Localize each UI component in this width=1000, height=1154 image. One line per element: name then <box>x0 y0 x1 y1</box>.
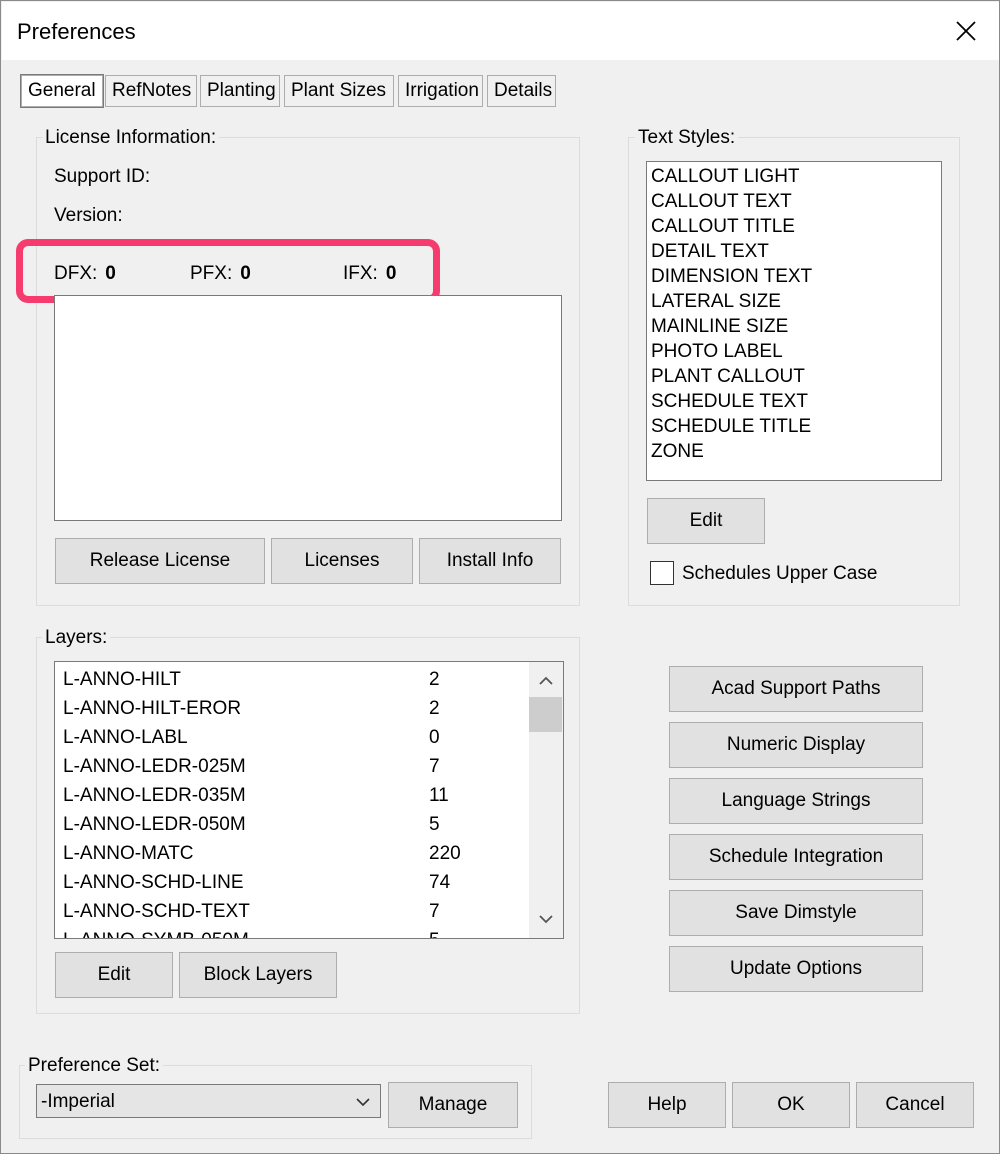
chevron-down-icon <box>539 915 553 924</box>
list-item[interactable]: MAINLINE SIZE <box>647 314 941 339</box>
layer-count: 220 <box>429 843 461 864</box>
layer-count: 0 <box>429 727 440 748</box>
tab-refnotes[interactable]: RefNotes <box>105 75 197 107</box>
tab-planting[interactable]: Planting <box>200 75 280 107</box>
list-item[interactable]: ZONE <box>647 439 941 464</box>
save-dimstyle-button[interactable]: Save Dimstyle <box>669 890 923 936</box>
tab-general[interactable]: General <box>21 75 103 107</box>
license-info-box[interactable] <box>54 295 562 521</box>
chevron-up-icon <box>539 676 553 685</box>
table-row[interactable]: L-ANNO-SCHD-TEXT 7 <box>55 896 527 925</box>
language-strings-button[interactable]: Language Strings <box>669 778 923 824</box>
numeric-display-button[interactable]: Numeric Display <box>669 722 923 768</box>
layers-label: Layers: <box>42 627 111 649</box>
layer-name: L-ANNO-HILT-EROR <box>63 698 242 719</box>
preferences-window: Preferences General RefNotes Planting Pl… <box>0 0 1000 1154</box>
layer-count: 11 <box>429 785 449 806</box>
chevron-down-icon <box>356 1098 370 1107</box>
manage-button[interactable]: Manage <box>388 1082 518 1128</box>
title-bar: Preferences <box>2 2 999 60</box>
table-row[interactable]: L-ANNO-HILT 2 <box>55 664 527 693</box>
layer-name: L-ANNO-LEDR-050M <box>63 814 246 835</box>
scroll-down-button[interactable] <box>529 904 563 934</box>
layers-scrollbar[interactable] <box>529 662 563 938</box>
text-styles-label: Text Styles: <box>635 127 739 149</box>
list-item[interactable]: LATERAL SIZE <box>647 289 941 314</box>
schedules-upper-case-checkbox[interactable] <box>650 561 674 585</box>
layer-name: L-ANNO-MATC <box>63 843 194 864</box>
layer-name: L-ANNO-LEDR-035M <box>63 785 246 806</box>
tab-irrigation[interactable]: Irrigation <box>398 75 483 107</box>
table-row[interactable]: L-ANNO-LEDR-050M 5 <box>55 809 527 838</box>
list-item[interactable]: SCHEDULE TEXT <box>647 389 941 414</box>
close-button[interactable] <box>943 10 989 52</box>
scroll-up-button[interactable] <box>529 666 563 696</box>
window-title: Preferences <box>17 19 136 44</box>
layer-name: L-ANNO-LEDR-025M <box>63 756 246 777</box>
layer-name: L-ANNO-SCHD-TEXT <box>63 901 250 922</box>
license-group-label: License Information: <box>42 127 220 149</box>
list-item[interactable]: DETAIL TEXT <box>647 239 941 264</box>
version-label: Version: <box>54 205 123 226</box>
scroll-thumb[interactable] <box>529 697 562 732</box>
list-item[interactable]: SCHEDULE TITLE <box>647 414 941 439</box>
layer-count: 2 <box>429 669 440 690</box>
ok-button[interactable]: OK <box>732 1082 850 1128</box>
cancel-button[interactable]: Cancel <box>856 1082 974 1128</box>
layers-list[interactable]: L-ANNO-HILT 2 L-ANNO-HILT-EROR 2 L-ANNO-… <box>54 661 564 939</box>
layer-count: 2 <box>429 698 440 719</box>
layer-count: 5 <box>429 930 440 938</box>
table-row[interactable]: L-ANNO-SYMB-050M 5 <box>55 925 527 938</box>
list-item[interactable]: DIMENSION TEXT <box>647 264 941 289</box>
block-layers-button[interactable]: Block Layers <box>179 952 337 998</box>
layer-name: L-ANNO-LABL <box>63 727 188 748</box>
list-item[interactable]: CALLOUT TITLE <box>647 214 941 239</box>
table-row[interactable]: L-ANNO-MATC 220 <box>55 838 527 867</box>
acad-support-paths-button[interactable]: Acad Support Paths <box>669 666 923 712</box>
layer-name: L-ANNO-SCHD-LINE <box>63 872 244 893</box>
table-row[interactable]: L-ANNO-LABL 0 <box>55 722 527 751</box>
licenses-button[interactable]: Licenses <box>271 538 413 584</box>
help-button[interactable]: Help <box>608 1082 726 1128</box>
text-style-edit-button[interactable]: Edit <box>647 498 765 544</box>
support-id-label: Support ID: <box>54 166 151 187</box>
layer-count: 74 <box>429 872 451 893</box>
list-item[interactable]: PLANT CALLOUT <box>647 364 941 389</box>
preference-set-label: Preference Set: <box>25 1055 164 1077</box>
preference-set-select[interactable]: -Imperial <box>36 1084 381 1118</box>
update-options-button[interactable]: Update Options <box>669 946 923 992</box>
layer-name: L-ANNO-HILT <box>63 669 181 690</box>
schedule-integration-button[interactable]: Schedule Integration <box>669 834 923 880</box>
install-info-button[interactable]: Install Info <box>419 538 561 584</box>
tab-plant-sizes[interactable]: Plant Sizes <box>284 75 394 107</box>
layer-count: 7 <box>429 756 440 777</box>
highlight-box <box>16 239 440 303</box>
layer-edit-button[interactable]: Edit <box>55 952 173 998</box>
table-row[interactable]: L-ANNO-LEDR-025M 7 <box>55 751 527 780</box>
layer-count: 7 <box>429 901 440 922</box>
schedules-upper-case-label: Schedules Upper Case <box>682 563 878 584</box>
table-row[interactable]: L-ANNO-HILT-EROR 2 <box>55 693 527 722</box>
release-license-button[interactable]: Release License <box>55 538 265 584</box>
table-row[interactable]: L-ANNO-LEDR-035M 11 <box>55 780 527 809</box>
tab-details[interactable]: Details <box>487 75 556 107</box>
layer-name: L-ANNO-SYMB-050M <box>63 930 249 938</box>
list-item[interactable]: CALLOUT LIGHT <box>647 164 941 189</box>
list-item[interactable]: PHOTO LABEL <box>647 339 941 364</box>
list-item[interactable]: CALLOUT TEXT <box>647 189 941 214</box>
close-icon <box>956 21 976 41</box>
table-row[interactable]: L-ANNO-SCHD-LINE 74 <box>55 867 527 896</box>
text-styles-list[interactable]: CALLOUT LIGHT CALLOUT TEXT CALLOUT TITLE… <box>646 161 942 481</box>
preference-set-value: -Imperial <box>41 1091 115 1112</box>
layer-count: 5 <box>429 814 440 835</box>
